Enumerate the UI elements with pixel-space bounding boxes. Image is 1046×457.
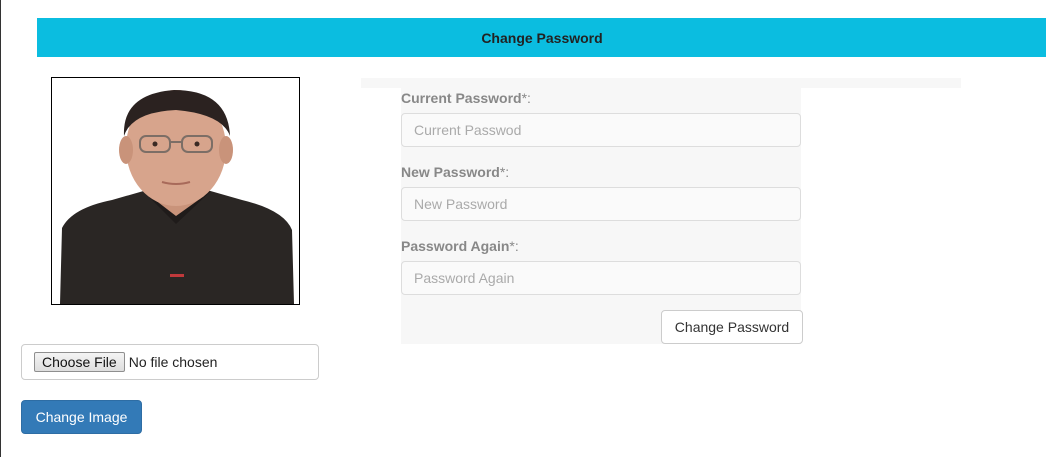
profile-photo-image — [52, 78, 299, 304]
password-again-input[interactable] — [401, 261, 801, 295]
required-mark: *: — [499, 164, 510, 180]
change-image-button[interactable]: Change Image — [21, 400, 142, 434]
new-password-label: New Password*: — [401, 164, 510, 180]
page: Change Password Choose File No file chos… — [0, 0, 1046, 457]
file-upload-field[interactable]: Choose File No file chosen — [21, 344, 319, 380]
file-status-text: No file chosen — [128, 354, 218, 370]
required-mark: *: — [509, 238, 519, 254]
required-mark: *: — [521, 90, 531, 106]
new-password-input[interactable] — [401, 187, 801, 221]
profile-photo — [51, 77, 300, 305]
current-password-label: Current Password*: — [401, 90, 531, 106]
page-title: Change Password — [481, 29, 603, 46]
change-password-button[interactable]: Change Password — [661, 310, 803, 344]
page-header: Change Password — [37, 18, 1046, 57]
choose-file-button[interactable]: Choose File — [34, 352, 125, 372]
password-again-label: Password Again*: — [401, 238, 519, 254]
current-password-input[interactable] — [401, 113, 801, 147]
